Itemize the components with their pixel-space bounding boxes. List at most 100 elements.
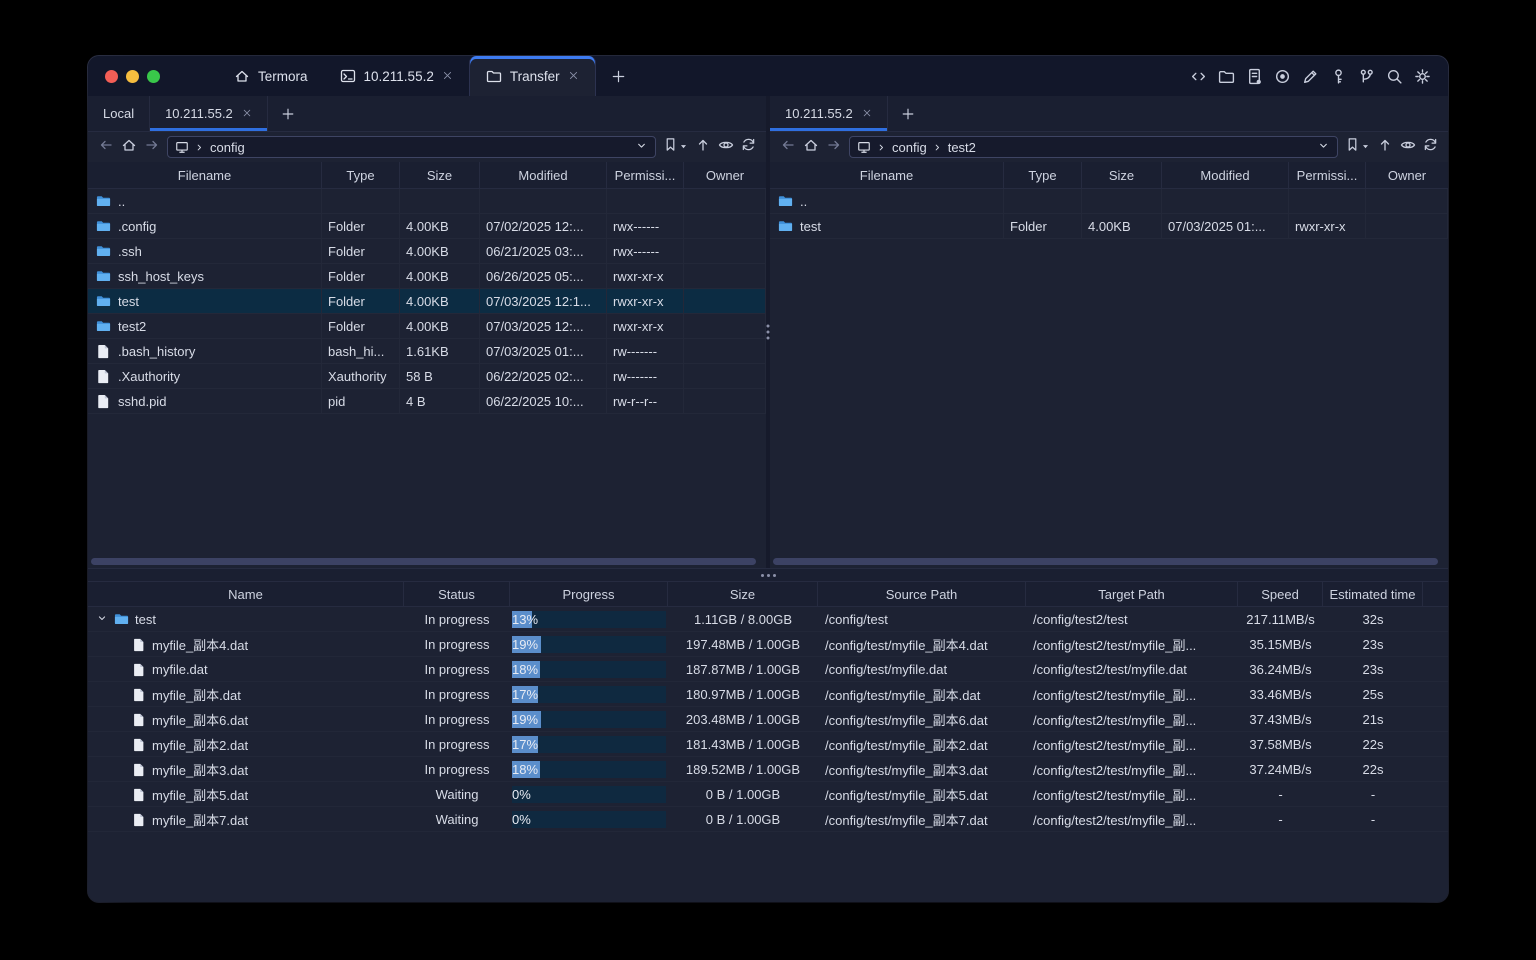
column-header-owner[interactable]: Owner xyxy=(684,162,766,188)
table-row[interactable]: .bash_history bash_hi... 1.61KB 07/03/2025 … xyxy=(88,339,766,364)
forward-button[interactable] xyxy=(144,137,160,158)
transfer-row[interactable]: myfile_副本3.dat In progress 18% 189.52MB / 1… xyxy=(88,757,1448,782)
new-panel-tab-button[interactable] xyxy=(888,96,928,131)
status-cell: In progress xyxy=(424,662,490,677)
close-window-button[interactable] xyxy=(105,69,118,83)
show-hidden-files-button[interactable] xyxy=(718,137,734,158)
type-cell xyxy=(322,189,400,214)
parent-directory-button[interactable] xyxy=(1377,137,1393,158)
macro-button[interactable] xyxy=(1358,68,1375,85)
record-button[interactable] xyxy=(1274,68,1291,85)
log-button[interactable] xyxy=(1246,68,1263,85)
transfer-row[interactable]: myfile_副本6.dat In progress 19% 203.48MB / 1… xyxy=(88,707,1448,732)
folder-button[interactable] xyxy=(1218,68,1235,85)
zoom-window-button[interactable] xyxy=(147,69,160,83)
table-row[interactable]: sshd.pid pid 4 B 06/22/2025 10:... rw-r--r-- xyxy=(88,389,766,414)
breadcrumb-segment[interactable]: config xyxy=(892,140,927,155)
horizontal-splitter[interactable] xyxy=(88,568,1448,582)
table-row[interactable]: .. xyxy=(88,189,766,214)
eye-icon xyxy=(718,137,734,153)
bookmark-dropdown-button[interactable] xyxy=(679,138,688,156)
minimize-window-button[interactable] xyxy=(126,69,139,83)
close-tab-button[interactable] xyxy=(568,69,579,84)
horizontal-scrollbar[interactable] xyxy=(770,555,1448,568)
back-button[interactable] xyxy=(780,137,796,158)
column-header-modified[interactable]: Modified xyxy=(480,162,607,188)
column-header-filename[interactable]: Filename xyxy=(770,162,1004,188)
close-tab-button[interactable] xyxy=(442,69,453,84)
bookmark-button[interactable] xyxy=(663,137,678,157)
address-bar[interactable]: config test2 xyxy=(849,136,1338,158)
table-row[interactable]: test2 Folder 4.00KB 07/03/2025 12:... rwxr-x… xyxy=(88,314,766,339)
address-bar[interactable]: config xyxy=(167,136,656,158)
horizontal-scrollbar[interactable] xyxy=(88,555,766,568)
breadcrumb-segment[interactable]: test2 xyxy=(948,140,976,155)
transfer-row[interactable]: myfile_副本.dat In progress 17% 180.97MB / 1.… xyxy=(88,682,1448,707)
table-row[interactable]: .config Folder 4.00KB 07/02/2025 12:... rwx-… xyxy=(88,214,766,239)
transfer-row[interactable]: myfile_副本2.dat In progress 17% 181.43MB / 1… xyxy=(88,732,1448,757)
titlebar-tab-termora[interactable]: Termora xyxy=(218,56,324,96)
table-row[interactable]: .Xauthority Xauthority 58 B 06/22/2025 02:.… xyxy=(88,364,766,389)
column-header-size[interactable]: Size xyxy=(400,162,480,188)
home-button[interactable] xyxy=(121,137,137,158)
column-header-type[interactable]: Type xyxy=(1004,162,1082,188)
column-header-target-path[interactable]: Target Path xyxy=(1026,582,1238,606)
column-header-name[interactable]: Name xyxy=(88,582,404,606)
show-hidden-files-button[interactable] xyxy=(1400,137,1416,158)
home-button[interactable] xyxy=(803,137,819,158)
vertical-splitter[interactable] xyxy=(766,96,770,568)
breadcrumb-segment[interactable]: config xyxy=(210,140,245,155)
refresh-button[interactable] xyxy=(741,137,756,157)
code-button[interactable] xyxy=(1190,68,1207,85)
back-button[interactable] xyxy=(98,137,114,158)
column-header-size[interactable]: Size xyxy=(668,582,818,606)
column-header-estimated-time[interactable]: Estimated time xyxy=(1323,582,1423,606)
panel-tab-10-211-55-2[interactable]: 10.211.55.2 xyxy=(770,96,888,131)
column-header-progress[interactable]: Progress xyxy=(510,582,668,606)
table-row[interactable]: .. xyxy=(770,189,1448,214)
panel-tab-local[interactable]: Local xyxy=(88,96,151,131)
column-header-owner[interactable]: Owner xyxy=(1366,162,1448,188)
column-header-permissi[interactable]: Permissi... xyxy=(607,162,684,188)
titlebar-tab-transfer[interactable]: Transfer xyxy=(468,56,596,96)
column-header-modified[interactable]: Modified xyxy=(1162,162,1289,188)
column-header-source-path[interactable]: Source Path xyxy=(818,582,1026,606)
bookmark-button[interactable] xyxy=(1345,137,1360,157)
column-header-speed[interactable]: Speed xyxy=(1238,582,1323,606)
status-cell: Waiting xyxy=(435,812,479,827)
refresh-button[interactable] xyxy=(1423,137,1438,157)
column-header-filename[interactable]: Filename xyxy=(88,162,322,188)
address-dropdown-button[interactable] xyxy=(1317,139,1330,155)
table-row[interactable]: ssh_host_keys Folder 4.00KB 06/26/2025 05:.… xyxy=(88,264,766,289)
table-row[interactable]: test Folder 4.00KB 07/03/2025 01:... rwxr-xr… xyxy=(770,214,1448,239)
forward-button[interactable] xyxy=(826,137,842,158)
column-header-type[interactable]: Type xyxy=(322,162,400,188)
close-tab-button[interactable] xyxy=(242,106,252,121)
expander-button[interactable] xyxy=(96,612,108,627)
address-dropdown-button[interactable] xyxy=(635,139,648,155)
parent-directory-button[interactable] xyxy=(695,137,711,158)
new-panel-tab-button[interactable] xyxy=(268,96,308,131)
column-header-size[interactable]: Size xyxy=(1082,162,1162,188)
key-button[interactable] xyxy=(1330,68,1347,85)
column-header-status[interactable]: Status xyxy=(404,582,510,606)
panel-tab-10-211-55-2[interactable]: 10.211.55.2 xyxy=(150,96,268,131)
table-row[interactable]: test Folder 4.00KB 07/03/2025 12:1... rwxr-x… xyxy=(88,289,766,314)
bookmark-dropdown-button[interactable] xyxy=(1361,138,1370,156)
transfer-row[interactable]: myfile_副本5.dat Waiting 0% 0 B / 1.00GB/conf… xyxy=(88,782,1448,807)
type-cell: Folder xyxy=(322,289,400,314)
transfer-row[interactable]: myfile_副本7.dat Waiting 0% 0 B / 1.00GB/conf… xyxy=(88,807,1448,832)
scrollbar-thumb[interactable] xyxy=(773,558,1439,565)
transfer-row[interactable]: test In progress 13% 1.11GB / 8.00GB/config… xyxy=(88,607,1448,632)
edit-button[interactable] xyxy=(1302,68,1319,85)
transfer-row[interactable]: myfile.dat In progress 18% 187.87MB / 1.00G… xyxy=(88,657,1448,682)
close-tab-button[interactable] xyxy=(862,106,872,121)
transfer-row[interactable]: myfile_副本4.dat In progress 19% 197.48MB / 1… xyxy=(88,632,1448,657)
titlebar-tab-10-211-55-2[interactable]: 10.211.55.2 xyxy=(324,56,469,96)
column-header-permissi[interactable]: Permissi... xyxy=(1289,162,1366,188)
scrollbar-thumb[interactable] xyxy=(91,558,757,565)
table-row[interactable]: .ssh Folder 4.00KB 06/21/2025 03:... rwx----… xyxy=(88,239,766,264)
search-button[interactable] xyxy=(1386,68,1403,85)
gear-button[interactable] xyxy=(1414,68,1431,85)
new-tab-button[interactable] xyxy=(596,56,641,96)
